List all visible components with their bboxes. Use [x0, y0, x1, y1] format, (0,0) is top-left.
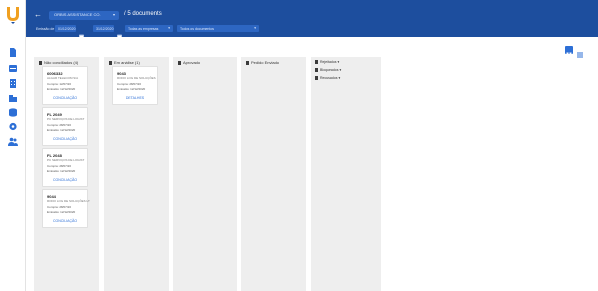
status-item-refused[interactable]: Recusados ▾ — [315, 76, 340, 80]
documents-icon[interactable] — [8, 48, 18, 57]
chevron-down-icon: ▾ — [168, 26, 170, 31]
chevron-down-icon: ▾ — [112, 12, 115, 17]
users-icon[interactable] — [8, 137, 18, 146]
app-logo[interactable] — [6, 6, 20, 24]
chevron-down-icon: ▾ — [338, 76, 341, 80]
reconcile-link[interactable]: CONCILIAÇÃO — [43, 178, 87, 182]
card-issue-date: Emissão: 12/12/2020 — [47, 87, 76, 91]
list-view-button[interactable] — [576, 46, 584, 58]
column-header: Não conciliados (4) — [39, 60, 78, 65]
status-label: Recusados — [320, 76, 338, 80]
building-icon[interactable] — [8, 79, 18, 88]
column-title: Pedido Enviado — [251, 60, 280, 65]
board-column: Aprovado — [173, 57, 237, 291]
card-purchase-date: Compra: 28/07/20 — [47, 205, 72, 209]
column-header: Em análise (1) — [109, 60, 140, 65]
reports-icon[interactable] — [8, 94, 18, 103]
card-supplier: PC SERVIÇOS DE LOGIST — [47, 158, 85, 162]
column-title: Aprovado — [183, 60, 201, 65]
column-header: Aprovado — [178, 60, 200, 65]
card-purchase-date: Compra: 28/07/20 — [47, 164, 72, 168]
card-purchase-date: Compra: 28/07/20 — [117, 82, 142, 86]
card-purchase-date: Compra: 12/07/20 — [47, 82, 72, 86]
date-from-value: 01/12/2020 — [58, 26, 76, 31]
filter-label: Emissão de — [36, 27, 55, 31]
reconcile-link[interactable]: CONCILIAÇÃO — [43, 96, 87, 100]
inbox-icon[interactable] — [8, 64, 18, 73]
chevron-down-icon: ▾ — [337, 60, 340, 64]
card-issue-date: Emissão: 12/12/2020 — [117, 87, 146, 91]
reconcile-link[interactable]: CONCILIAÇÃO — [43, 137, 87, 141]
board-column: Não conciliados (4) 6006332 ALGAR TELECO… — [34, 57, 99, 291]
document-filter-select[interactable]: Todos os documentos ▾ — [177, 25, 259, 32]
document-icon — [246, 61, 249, 65]
document-card[interactable]: FL 2049 PC SERVIÇOS DE LOGIST Compra: 28… — [42, 107, 88, 146]
card-issue-date: Emissão: 12/12/2020 — [47, 169, 76, 173]
document-card[interactable]: 9043 RODO LOG DE SOLUÇÕES Compra: 28/07/… — [112, 66, 158, 105]
date-to-field[interactable]: 31/12/2020 — [93, 25, 114, 32]
status-column: Rejeitados ▾ Bloqueados ▾ Recusados ▾ — [311, 57, 381, 291]
card-supplier: RODO LOG DE SOLUÇÕES — [117, 76, 156, 80]
document-icon — [315, 60, 318, 64]
card-issue-date: Emissão: 12/12/2020 — [47, 210, 76, 214]
document-icon — [109, 61, 112, 65]
company-name: ORBIS ASSISTANCE CO. — [54, 12, 101, 17]
card-supplier: RODO LOG DE SOLUÇÕES LT — [47, 199, 90, 203]
date-from-field[interactable]: 01/12/2020 — [55, 25, 76, 32]
document-card[interactable]: 9044 RODO LOG DE SOLUÇÕES LT Compra: 28/… — [42, 189, 90, 228]
card-issue-date: Emissão: 12/12/2020 — [47, 128, 76, 132]
status-label: Bloqueados — [320, 68, 339, 72]
document-card[interactable]: FL 2048 PC SERVIÇOS DE LOGIST Compra: 28… — [42, 148, 88, 187]
column-title: Não conciliados (4) — [44, 60, 79, 65]
document-card[interactable]: 6006332 ALGAR TELECOM S/A Compra: 12/07/… — [42, 66, 88, 105]
status-label: Rejeitados — [320, 60, 337, 64]
sidebar — [0, 0, 26, 291]
top-header: ← ORBIS ASSISTANCE CO. ▾ / 5 documents E… — [26, 0, 598, 39]
page-title: / 5 documents — [124, 11, 162, 17]
document-icon — [315, 76, 318, 80]
card-supplier: ALGAR TELECOM S/A — [47, 76, 79, 80]
column-header: Pedido Enviado — [246, 60, 279, 65]
board-column: Pedido Enviado — [241, 57, 306, 291]
column-title: Em análise (1) — [114, 60, 140, 65]
card-supplier: PC SERVIÇOS DE LOGIST — [47, 117, 85, 121]
board-view-button[interactable] — [565, 46, 573, 58]
status-item-rejected[interactable]: Rejeitados ▾ — [315, 60, 339, 64]
company-selector[interactable]: ORBIS ASSISTANCE CO. ▾ — [49, 11, 119, 20]
back-arrow-icon[interactable]: ← — [34, 11, 42, 19]
document-icon — [178, 61, 181, 65]
chevron-down-icon: ▾ — [339, 68, 342, 72]
company-filter-value: Todas as empresas — [128, 26, 159, 31]
reconcile-link[interactable]: CONCILIAÇÃO — [43, 219, 87, 223]
view-toggle — [565, 46, 585, 58]
database-icon[interactable] — [8, 108, 18, 117]
date-to-value: 31/12/2020 — [96, 26, 114, 31]
company-filter-select[interactable]: Todas as empresas ▾ — [125, 25, 173, 32]
status-item-blocked[interactable]: Bloqueados ▾ — [315, 68, 341, 72]
board-column: Em análise (1) 9043 RODO LOG DE SOLUÇÕES… — [104, 57, 169, 291]
document-icon — [315, 68, 318, 72]
calendar-icon[interactable] — [117, 26, 122, 39]
calendar-icon[interactable] — [79, 26, 84, 39]
card-purchase-date: Compra: 28/07/20 — [47, 123, 72, 127]
settings-icon[interactable] — [8, 122, 18, 131]
details-link[interactable]: DETALHES — [113, 96, 157, 100]
document-icon — [39, 61, 42, 65]
document-filter-value: Todos os documentos — [180, 26, 215, 31]
chevron-down-icon: ▾ — [254, 26, 256, 31]
